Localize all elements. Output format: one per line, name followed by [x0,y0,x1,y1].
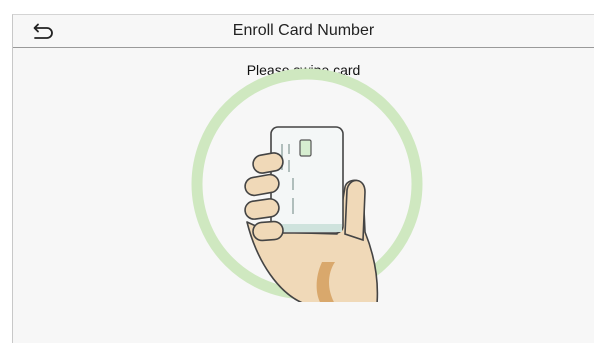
finger-4 [252,220,284,242]
device-screen: Enroll Card Number Please swipe card [12,14,594,343]
thumb-shape [344,179,366,242]
page-title: Enroll Card Number [232,22,375,39]
header-bar: Enroll Card Number [13,15,594,48]
hand-holding-card-icon [191,68,423,302]
card-chip [299,139,312,157]
